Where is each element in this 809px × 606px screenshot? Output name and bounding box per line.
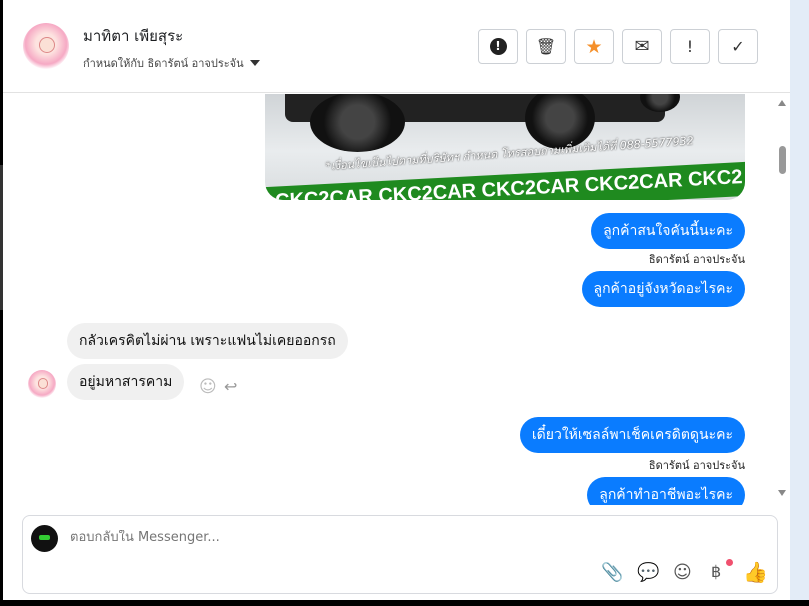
caret-down-icon	[249, 60, 260, 66]
done-button[interactable]: ✓	[718, 29, 758, 64]
message-bubble-outgoing[interactable]: ลูกค้าอยู่จังหวัดอะไรคะ	[581, 271, 745, 307]
star-icon: ★	[585, 35, 603, 58]
reply-arrow-icon[interactable]: ↩	[224, 377, 237, 396]
message-bubble-incoming[interactable]: กลัวเครคิตไม่ผ่าน เพราะแฟนไม่เคยออกรถ	[67, 323, 348, 359]
assigned-to-label: กำหนดให้กับ ธิดารัตน์ อาจประจัน	[83, 57, 244, 70]
side-panel	[790, 0, 809, 600]
message-bubble-outgoing[interactable]: ลูกค้าสนใจคันนี้นะคะ	[591, 213, 745, 249]
contact-avatar[interactable]	[23, 23, 69, 69]
message-bubble-outgoing[interactable]: เดี๋ยวให้เซลล์พาเช็คเครดิตดูนะคะ	[519, 417, 745, 453]
car-wheel	[310, 94, 405, 152]
react-emoji-icon[interactable]: ☺	[199, 377, 217, 397]
emoji-icon[interactable]: ☺	[673, 562, 692, 583]
message-bubble-outgoing[interactable]: ลูกค้าทำอาชีพอะไรคะ	[587, 477, 745, 505]
trash-icon: 🗑	[535, 37, 557, 56]
message-bubble-incoming[interactable]: อยู่มหาสารคาม	[67, 364, 185, 400]
scroll-down-icon[interactable]	[778, 490, 786, 496]
reply-input[interactable]	[70, 530, 670, 545]
alert-button[interactable]: !	[478, 29, 518, 64]
assign-dropdown[interactable]: กำหนดให้กับ ธิดารัตน์ อาจประจัน	[83, 54, 260, 72]
exclamation-icon: !	[686, 37, 694, 56]
thumbs-up-icon[interactable]: 👍	[743, 560, 768, 584]
check-icon: ✓	[731, 37, 745, 56]
payment-icon[interactable]: ฿	[711, 562, 721, 581]
reply-composer: 📎 💬 ☺ ฿ 👍	[22, 515, 778, 594]
sender-name: ธิดารัตน์ อาจประจัน	[648, 253, 745, 266]
exclamation-circle-icon: !	[489, 38, 507, 55]
car-photo-attachment[interactable]: *เงื่อนไขเป็นไปตามที่บริษัทฯ กำหนด โทรสอ…	[265, 94, 745, 200]
contact-name: มาทิตา เพียสุระ	[83, 27, 184, 45]
scroll-up-icon[interactable]	[778, 100, 786, 106]
conversation-header: มาทิตา เพียสุระ กำหนดให้กับ ธิดารัตน์ อา…	[3, 0, 790, 93]
chat-scrollbar[interactable]	[775, 94, 790, 505]
contact-avatar-small	[28, 370, 56, 398]
saved-replies-icon[interactable]: 💬	[637, 562, 659, 583]
star-button[interactable]: ★	[574, 29, 614, 64]
notification-dot	[726, 559, 733, 566]
delete-button[interactable]: 🗑	[526, 29, 566, 64]
message-list: *เงื่อนไขเป็นไปตามที่บริษัทฯ กำหนด โทรสอ…	[3, 94, 775, 505]
page-avatar	[31, 525, 58, 552]
sender-name: ธิดารัตน์ อาจประจัน	[648, 459, 745, 472]
important-button[interactable]: !	[670, 29, 710, 64]
mark-unread-button[interactable]: ✉	[622, 29, 662, 64]
scrollbar-thumb[interactable]	[779, 146, 786, 174]
envelope-icon: ✉	[634, 36, 650, 57]
paperclip-icon[interactable]: 📎	[601, 562, 623, 583]
